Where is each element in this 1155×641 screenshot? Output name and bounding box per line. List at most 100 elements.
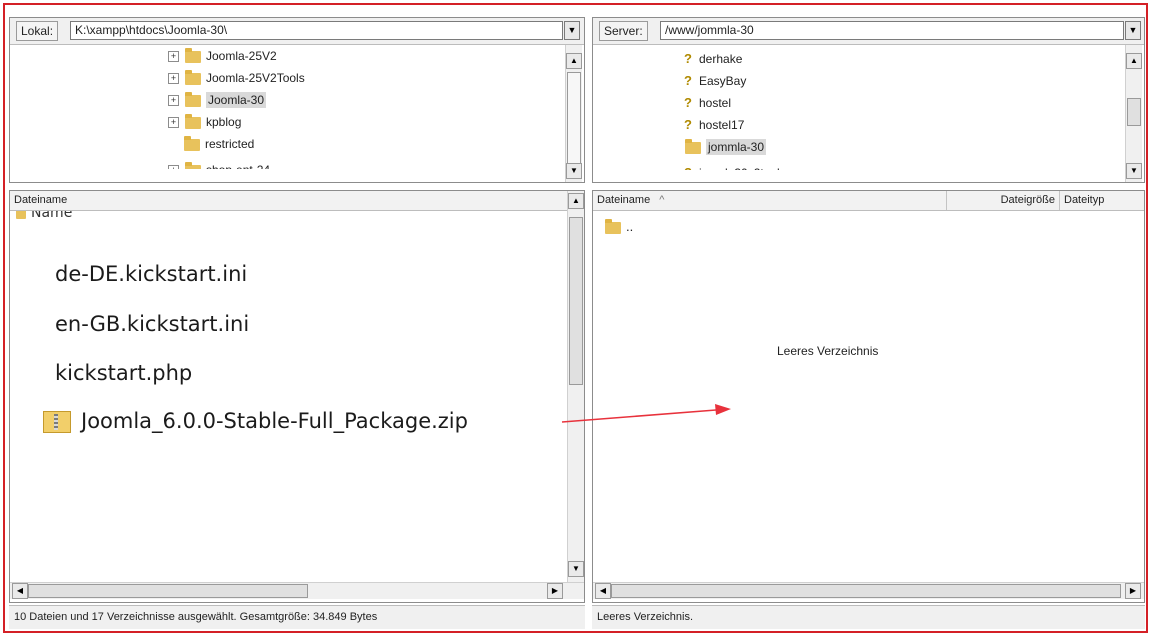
file-name: de-DE.kickstart.ini xyxy=(55,262,248,286)
list-item-label: Name xyxy=(31,211,73,221)
list-item-zip[interactable]: Joomla_6.0.0-Stable-Full_Package.zip xyxy=(43,409,468,433)
scroll-left-icon[interactable]: ◀ xyxy=(12,583,28,599)
local-tree-panel: Lokal: K:\xampp\htdocs\Joomla-30\ ▼ + Joo… xyxy=(9,17,585,183)
file-name: kickstart.php xyxy=(55,361,193,385)
tree-item-selected[interactable]: jommla-30 xyxy=(685,136,767,158)
folder-icon xyxy=(685,138,701,154)
tree-item[interactable]: + Joomla-25V2Tools xyxy=(168,67,305,89)
column-filetype[interactable]: Dateityp xyxy=(1060,191,1144,210)
tree-item[interactable]: ? EasyBay xyxy=(681,70,746,92)
horizontal-scroll-thumb[interactable] xyxy=(28,584,308,598)
column-filename[interactable]: Dateiname ^ xyxy=(593,191,947,210)
partial-list-item[interactable]: Name xyxy=(16,211,72,221)
list-item[interactable]: en-GB.kickstart.ini xyxy=(55,312,249,336)
scroll-down-icon[interactable]: ▼ xyxy=(1126,163,1142,179)
scroll-thumb[interactable] xyxy=(567,72,581,164)
remote-tree: ? derhake ? EasyBay ? hostel ? hostel17 jomm… xyxy=(593,45,1125,182)
tree-item-label: Joomla-25V2 xyxy=(206,49,277,63)
expand-icon[interactable]: + xyxy=(168,95,179,107)
local-tree-scrollbar[interactable]: ▲ ▼ xyxy=(565,45,582,182)
folder-icon xyxy=(185,113,201,129)
local-path-input[interactable]: K:\xampp\htdocs\Joomla-30\ xyxy=(70,21,563,40)
parent-directory-item[interactable]: .. xyxy=(605,218,634,234)
local-files-area: Name de-DE.kickstart.ini en-GB.kickstart… xyxy=(10,211,567,582)
tree-item[interactable]: ? hostel17 xyxy=(681,114,744,136)
unknown-folder-icon: ? xyxy=(684,51,692,66)
tree-item[interactable]: ? joomla30v2tools xyxy=(681,158,786,170)
list-item[interactable]: de-DE.kickstart.ini xyxy=(55,262,247,286)
scroll-thumb[interactable] xyxy=(1127,98,1141,126)
remote-tree-scrollbar[interactable]: ▲ ▼ xyxy=(1125,45,1142,182)
local-path-bar: Lokal: K:\xampp\htdocs\Joomla-30\ ▼ xyxy=(10,18,584,45)
tree-item[interactable]: ? hostel xyxy=(681,92,731,114)
tree-item[interactable]: restricted xyxy=(184,133,254,155)
unknown-folder-icon: ? xyxy=(684,117,692,132)
tree-item-label: derhake xyxy=(699,52,743,66)
zip-archive-icon xyxy=(43,411,71,433)
remote-path-bar: Server: /www/jommla-30 ▼ xyxy=(593,18,1144,45)
tree-item[interactable]: + kpblog xyxy=(168,111,241,133)
scroll-right-icon[interactable]: ▶ xyxy=(547,583,563,599)
column-filename-label: Dateiname xyxy=(597,194,651,206)
sort-ascending-icon: ^ xyxy=(659,194,665,206)
tree-item-label: kpblog xyxy=(206,115,242,129)
tree-item-label: jommla-30 xyxy=(706,139,767,155)
tree-item-label: Joomla-30 xyxy=(206,92,267,108)
folder-icon xyxy=(184,135,200,151)
remote-column-header: Dateiname ^ Dateigröße Dateityp xyxy=(593,191,1144,211)
scroll-up-icon[interactable]: ▲ xyxy=(568,193,584,209)
file-name: en-GB.kickstart.ini xyxy=(55,312,250,336)
folder-icon xyxy=(185,161,201,169)
scroll-down-icon[interactable]: ▼ xyxy=(568,561,584,577)
remote-horizontal-scrollbar[interactable]: ◀ ▶ xyxy=(593,582,1144,599)
remote-path-dropdown-icon[interactable]: ▼ xyxy=(1125,21,1141,40)
expand-icon[interactable]: + xyxy=(168,117,179,129)
local-column-header: Dateiname xyxy=(10,191,567,211)
tree-item-label: hostel xyxy=(699,96,732,110)
scroll-thumb[interactable] xyxy=(569,217,583,385)
folder-icon xyxy=(185,47,201,63)
local-list-scrollbar[interactable]: ▲ ▼ xyxy=(567,191,584,582)
remote-status-bar: Leeres Verzeichnis. xyxy=(592,605,1145,629)
remote-path-label: Server: xyxy=(599,21,648,41)
remote-file-list: Dateiname ^ Dateigröße Dateityp .. ◀ ▶ xyxy=(592,190,1145,603)
file-name: Joomla_6.0.0-Stable-Full_Package.zip xyxy=(81,409,468,433)
tree-item-label: joomla30v2tools xyxy=(699,166,786,170)
tree-item-label: EasyBay xyxy=(699,74,747,88)
local-path-label: Lokal: xyxy=(16,21,59,41)
tree-item-label: shop-ent-24 xyxy=(206,163,270,169)
remote-path-input[interactable]: /www/jommla-30 xyxy=(660,21,1124,40)
local-horizontal-scrollbar[interactable]: ◀ ▶ xyxy=(10,582,584,599)
expand-icon[interactable]: + xyxy=(168,73,179,85)
tree-item[interactable]: + shop-ent-24 xyxy=(168,155,270,169)
folder-icon xyxy=(16,211,26,219)
list-item-label: .. xyxy=(626,219,634,234)
column-filesize[interactable]: Dateigröße xyxy=(947,191,1060,210)
local-tree: + Joomla-25V2 + Joomla-25V2Tools + Joomla-3… xyxy=(10,45,565,182)
horizontal-scroll-thumb[interactable] xyxy=(611,584,1121,598)
scroll-left-icon[interactable]: ◀ xyxy=(595,583,611,599)
scroll-right-icon[interactable]: ▶ xyxy=(1125,583,1141,599)
expand-icon[interactable]: + xyxy=(168,165,179,169)
scroll-up-icon[interactable]: ▲ xyxy=(566,53,582,69)
folder-icon xyxy=(185,91,201,107)
unknown-folder-icon: ? xyxy=(684,95,692,110)
remote-files-area: .. xyxy=(593,211,1144,582)
unknown-folder-icon: ? xyxy=(684,73,692,88)
folder-icon xyxy=(185,69,201,85)
tree-item[interactable]: ? derhake xyxy=(681,48,742,70)
scroll-up-icon[interactable]: ▲ xyxy=(1126,53,1142,69)
tree-item-selected[interactable]: + Joomla-30 xyxy=(168,89,267,111)
tree-item-label: Joomla-25V2Tools xyxy=(206,71,305,85)
list-item[interactable]: kickstart.php xyxy=(55,361,192,385)
expand-icon[interactable]: + xyxy=(168,51,179,63)
tree-item[interactable]: + Joomla-25V2 xyxy=(168,45,277,67)
local-path-dropdown-icon[interactable]: ▼ xyxy=(564,21,580,40)
empty-directory-message: Leeres Verzeichnis xyxy=(777,344,879,358)
folder-icon xyxy=(605,218,621,234)
scroll-down-icon[interactable]: ▼ xyxy=(566,163,582,179)
remote-tree-panel: Server: /www/jommla-30 ▼ ? derhake ? EasyB… xyxy=(592,17,1145,183)
local-file-list: Dateiname Name de-DE.kickstart.ini en-GB… xyxy=(9,190,585,603)
column-filename[interactable]: Dateiname xyxy=(10,191,567,210)
tree-item-label: hostel17 xyxy=(699,118,745,132)
